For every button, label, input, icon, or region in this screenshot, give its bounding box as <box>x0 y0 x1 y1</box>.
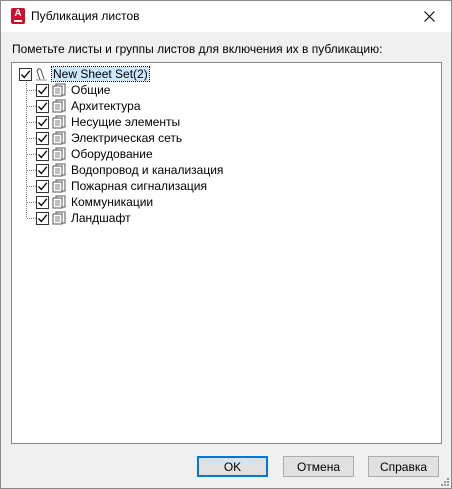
item-label: Общие <box>71 83 111 97</box>
tree-item[interactable]: Общие <box>36 82 110 98</box>
tree-connector <box>27 90 36 91</box>
root-label: New Sheet Set(2) <box>51 66 150 82</box>
sheet-tree[interactable]: New Sheet Set(2) Общие Архитектура Несущие… <box>11 62 442 444</box>
tree-connector <box>26 78 27 217</box>
item-checkbox[interactable] <box>36 147 49 161</box>
sheet-group-icon <box>52 147 66 161</box>
tree-item[interactable]: Несущие элементы <box>36 114 180 130</box>
sheet-set-icon <box>36 68 47 81</box>
sheet-group-icon <box>52 163 66 177</box>
sheet-group-icon <box>52 115 66 129</box>
tree-item[interactable]: Пожарная сигнализация <box>36 178 207 194</box>
tree-item[interactable]: Электрическая сеть <box>36 130 182 146</box>
item-checkbox[interactable] <box>36 131 49 145</box>
item-label: Водопровод и канализация <box>71 163 224 177</box>
item-checkbox[interactable] <box>36 99 49 113</box>
checkmark-icon <box>38 117 48 126</box>
instruction-label: Пометьте листы и группы листов для включ… <box>12 42 383 56</box>
checkmark-icon <box>38 149 48 158</box>
tree-connector <box>27 218 36 219</box>
item-checkbox[interactable] <box>36 83 49 97</box>
item-label: Пожарная сигнализация <box>71 179 208 193</box>
tree-item[interactable]: Ландшафт <box>36 210 131 226</box>
item-checkbox[interactable] <box>36 179 49 193</box>
close-button[interactable] <box>407 1 451 32</box>
tree-item[interactable]: Оборудование <box>36 146 153 162</box>
tree-item[interactable]: Водопровод и канализация <box>36 162 223 178</box>
autocad-app-icon: A <box>11 8 25 24</box>
checkmark-icon <box>38 213 48 222</box>
item-checkbox[interactable] <box>36 115 49 129</box>
checkmark-icon <box>38 133 48 142</box>
item-label: Архитектура <box>71 99 141 113</box>
help-button[interactable]: Справка <box>368 456 439 477</box>
sheet-group-icon <box>52 211 66 225</box>
item-checkbox[interactable] <box>36 211 49 225</box>
item-checkbox[interactable] <box>36 195 49 209</box>
tree-connector <box>27 154 36 155</box>
sheet-group-icon <box>52 131 66 145</box>
checkmark-icon <box>21 69 31 78</box>
close-icon <box>423 11 435 22</box>
item-label: Несущие элементы <box>71 115 181 129</box>
checkmark-icon <box>38 197 48 206</box>
sheet-group-icon <box>52 99 66 113</box>
item-label: Коммуникации <box>71 195 154 209</box>
item-label: Оборудование <box>71 147 153 161</box>
sheet-group-icon <box>52 179 66 193</box>
title-bar: A Публикация листов <box>1 1 451 32</box>
sheet-group-icon <box>52 195 66 209</box>
tree-connector <box>27 170 36 171</box>
sheet-group-icon <box>52 83 66 97</box>
cancel-button[interactable]: Отмена <box>283 456 354 477</box>
item-checkbox[interactable] <box>36 163 49 177</box>
tree-item[interactable]: Коммуникации <box>36 194 153 210</box>
ok-button[interactable]: OK <box>197 456 268 477</box>
checkmark-icon <box>38 101 48 110</box>
publish-sheets-dialog: A Публикация листов Пометьте листы и гру… <box>0 0 452 489</box>
item-label: Ландшафт <box>71 211 131 225</box>
tree-connector <box>27 106 36 107</box>
resize-grip-icon[interactable] <box>439 476 449 486</box>
tree-connector <box>27 122 36 123</box>
item-label: Электрическая сеть <box>71 131 183 145</box>
tree-connector <box>27 202 36 203</box>
checkmark-icon <box>38 181 48 190</box>
tree-root-node[interactable]: New Sheet Set(2) <box>19 66 150 82</box>
tree-item[interactable]: Архитектура <box>36 98 141 114</box>
tree-connector <box>27 138 36 139</box>
window-title: Публикация листов <box>31 9 140 23</box>
checkmark-icon <box>38 165 48 174</box>
root-checkbox[interactable] <box>19 67 32 81</box>
tree-connector <box>27 186 36 187</box>
checkmark-icon <box>38 85 48 94</box>
